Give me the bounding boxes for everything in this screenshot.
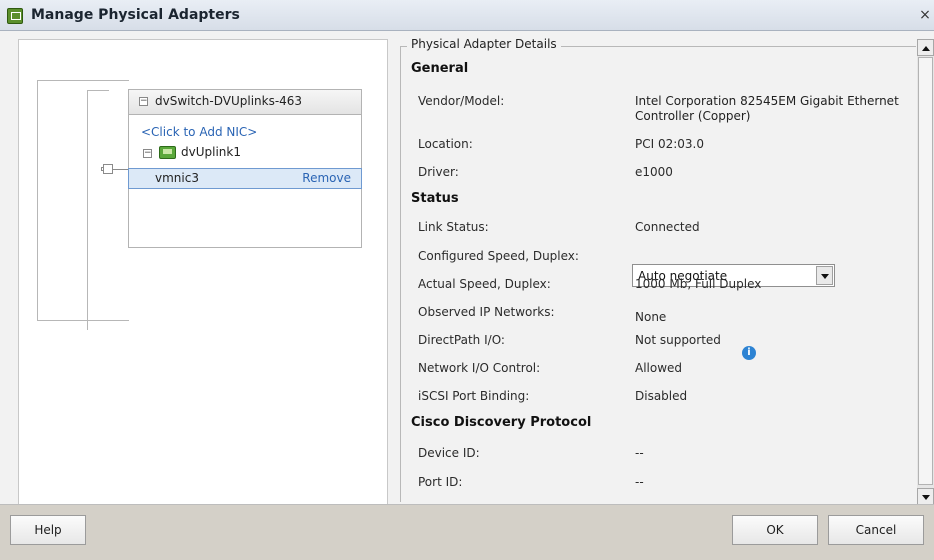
dialog-body: − dvSwitch-DVUplinks-463 <Click to Add N…: [0, 31, 934, 505]
add-nic-link[interactable]: <Click to Add NIC>: [141, 125, 257, 139]
iscsi-value: Disabled: [635, 389, 688, 403]
general-heading: General: [411, 61, 469, 76]
configured-speed-label: Configured Speed, Duplex:: [418, 249, 579, 263]
device-id-label: Device ID:: [418, 446, 480, 460]
uplink-icon: [159, 146, 176, 159]
uplink-name: dvUplink1: [181, 145, 241, 159]
directpath-value: Not supported: [635, 333, 721, 347]
scroll-up-icon[interactable]: [917, 39, 934, 56]
physical-adapter-details: Physical Adapter Details General Vendor/…: [400, 37, 920, 502]
nic-port-icon: [101, 164, 113, 174]
collapse-icon[interactable]: −: [139, 97, 148, 106]
help-button[interactable]: Help: [10, 515, 86, 545]
switch-header[interactable]: − dvSwitch-DVUplinks-463: [129, 90, 361, 115]
vendor-label: Vendor/Model:: [418, 94, 505, 108]
switch-name: dvSwitch-DVUplinks-463: [155, 94, 303, 108]
close-icon[interactable]: ×: [916, 6, 934, 24]
vendor-value: Intel Corporation 82545EM Gigabit Ethern…: [635, 94, 899, 123]
port-connector-line: [113, 169, 128, 170]
window-title: Manage Physical Adapters: [31, 7, 240, 23]
cancel-button[interactable]: Cancel: [828, 515, 924, 545]
location-value: PCI 02:03.0: [635, 137, 704, 151]
observed-ip-label: Observed IP Networks:: [418, 305, 555, 319]
driver-value: e1000: [635, 165, 673, 179]
switch-box: − dvSwitch-DVUplinks-463 <Click to Add N…: [128, 89, 362, 248]
title-bar: Manage Physical Adapters ×: [0, 0, 934, 31]
port-id-value: --: [635, 475, 644, 489]
iscsi-label: iSCSI Port Binding:: [418, 389, 530, 403]
actual-speed-label: Actual Speed, Duplex:: [418, 277, 551, 291]
app-icon: [7, 8, 23, 24]
scroll-thumb[interactable]: [918, 57, 933, 485]
collapse-icon[interactable]: −: [143, 149, 152, 158]
topology-panel: − dvSwitch-DVUplinks-463 <Click to Add N…: [18, 39, 388, 505]
host-rack: [37, 80, 129, 321]
scroll-down-icon[interactable]: [917, 488, 934, 505]
directpath-label: DirectPath I/O:: [418, 333, 505, 347]
dialog-footer: Help OK Cancel: [0, 504, 934, 560]
network-io-value: Allowed: [635, 361, 683, 375]
port-id-label: Port ID:: [418, 475, 463, 489]
nic-row[interactable]: vmnic3 Remove: [128, 168, 362, 189]
remove-link[interactable]: Remove: [302, 171, 351, 185]
ok-button[interactable]: OK: [732, 515, 818, 545]
link-status-label: Link Status:: [418, 220, 489, 234]
network-io-label: Network I/O Control:: [418, 361, 541, 375]
cdp-heading: Cisco Discovery Protocol: [411, 415, 592, 430]
device-id-value: --: [635, 446, 644, 460]
location-label: Location:: [418, 137, 473, 151]
link-status-value: Connected: [635, 220, 700, 234]
dropdown-arrow-icon[interactable]: [816, 266, 833, 285]
observed-ip-value: None: [635, 310, 667, 324]
info-icon[interactable]: i: [742, 346, 756, 360]
status-heading: Status: [411, 191, 459, 206]
driver-label: Driver:: [418, 165, 459, 179]
details-scrollbar[interactable]: [917, 39, 934, 505]
details-group-title: Physical Adapter Details: [407, 37, 561, 51]
nic-name: vmnic3: [155, 171, 199, 185]
host-rack-inner: [87, 90, 109, 330]
actual-speed-value: 1000 Mb, Full Duplex: [635, 277, 762, 291]
